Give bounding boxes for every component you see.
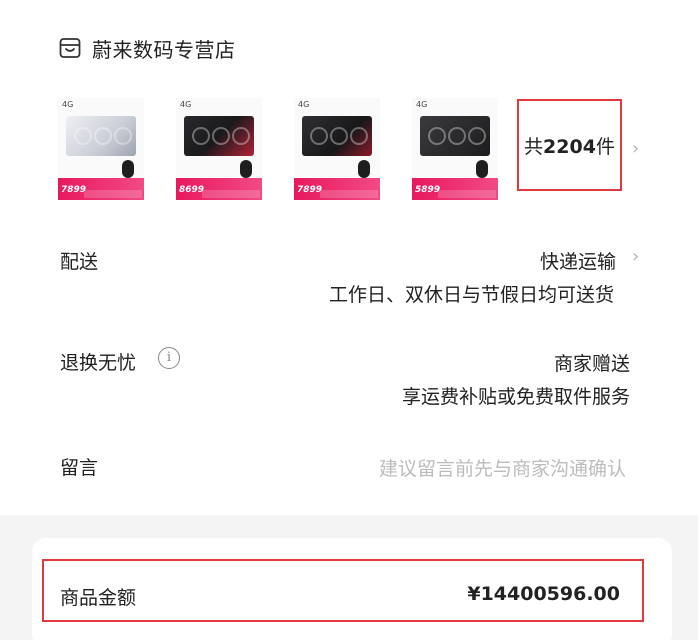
product-price: 8699 xyxy=(179,185,205,195)
delivery-method[interactable]: 快递运输 xyxy=(540,247,616,274)
product-count: 共2204件 xyxy=(524,135,615,158)
product-price: 7899 xyxy=(297,185,323,195)
total-amount: ¥14400596.00 xyxy=(467,583,620,605)
returns-label: 退换无忧 xyxy=(60,352,137,374)
product-price: 7899 xyxy=(61,185,87,195)
delivery-label: 配送 xyxy=(60,251,99,273)
product-count-button[interactable]: 共2204件 xyxy=(517,99,622,191)
shop-bag-icon xyxy=(59,38,81,58)
mouse-image xyxy=(476,160,488,178)
returns-note: 享运费补贴或免费取件服务 xyxy=(401,386,630,408)
product-thumbnail[interactable]: 4G 7899 xyxy=(58,98,144,200)
product-thumbnails[interactable]: 4G 7899 4G 8699 4G 7899 4G 5899 xyxy=(58,98,530,200)
chevron-right-icon[interactable]: › xyxy=(632,138,639,159)
message-label: 留言 xyxy=(60,457,99,479)
product-thumbnail[interactable]: 4G 7899 xyxy=(294,98,380,200)
total-label: 商品金额 xyxy=(60,587,137,609)
info-circle-icon[interactable]: i xyxy=(158,347,180,369)
mouse-image xyxy=(240,160,252,178)
product-thumbnail[interactable]: 4G 8699 xyxy=(176,98,262,200)
product-thumbnail[interactable]: 4G 5899 xyxy=(412,98,498,200)
delivery-note: 工作日、双休日与节假日均可送货 xyxy=(328,284,614,306)
product-price: 5899 xyxy=(415,185,441,195)
shop-header[interactable]: 蔚来数码专营店 xyxy=(58,33,236,63)
brand-tag: 4G xyxy=(62,100,74,109)
message-input[interactable]: 建议留言前先与商家沟通确认 xyxy=(379,454,626,481)
mouse-image xyxy=(122,160,134,178)
chevron-right-icon[interactable]: › xyxy=(632,246,639,267)
shop-name: 蔚来数码专营店 xyxy=(92,37,236,62)
returns-value: 商家赠送 xyxy=(553,353,630,375)
mouse-image xyxy=(358,160,370,178)
